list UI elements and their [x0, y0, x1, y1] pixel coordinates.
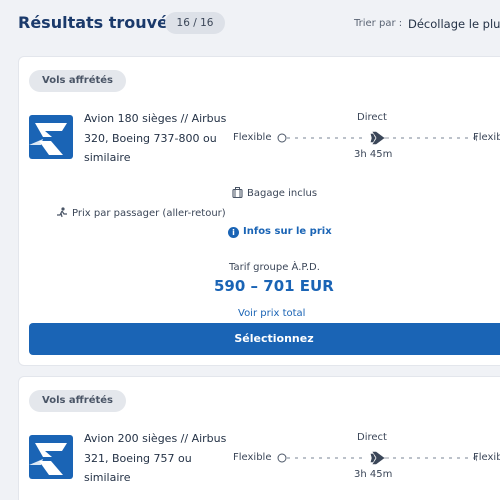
flight-duration: 3h 45m: [354, 149, 393, 160]
aircraft-line: similaire: [84, 151, 131, 164]
aircraft-line: similaire: [84, 471, 131, 484]
sort-label: Trier par :: [354, 18, 403, 29]
aircraft-description: Avion 180 sièges // Airbus 320, Boeing 7…: [84, 109, 234, 168]
price-range: 590 – 701 EUR: [214, 277, 334, 295]
passenger-icon: [57, 207, 67, 218]
page-title: Résultats trouvés: [18, 13, 178, 32]
airline-logo: [29, 115, 73, 159]
direct-label: Direct: [357, 112, 387, 123]
departure-flexible-label: Flexible: [233, 132, 272, 143]
aircraft-line: 320, Boeing 737-800 ou: [84, 131, 217, 145]
route-line: [277, 131, 477, 145]
plane-icon: [370, 451, 389, 465]
charter-chip: Vols affrétés: [29, 390, 127, 412]
result-count-badge: 16 / 16: [165, 12, 225, 34]
flight-duration: 3h 45m: [354, 469, 393, 480]
baggage-label: Bagage inclus: [247, 188, 318, 199]
charter-chip: Vols affrétés: [29, 70, 127, 92]
passenger-price-info: Prix par passager (aller-retour): [56, 207, 226, 219]
price-info-link[interactable]: i Infos sur le prix: [228, 226, 332, 238]
price-info-label: Infos sur le prix: [243, 226, 332, 237]
route-line: [277, 451, 477, 465]
flight-result-card: Vols affrétés Avion 180 sièges // Airbus…: [18, 56, 500, 366]
view-total-price-link[interactable]: Voir prix total: [238, 308, 305, 319]
aircraft-line: Avion 200 sièges // Airbus: [84, 432, 227, 445]
direct-label: Direct: [357, 432, 387, 443]
aircraft-line: 321, Boeing 757 ou: [84, 451, 192, 465]
aircraft-line: Avion 180 sièges // Airbus: [84, 112, 227, 125]
return-flexible-label: Flexib: [473, 132, 500, 143]
info-icon: i: [228, 227, 239, 238]
luggage-icon: [232, 187, 243, 199]
return-flexible-label: Flexib: [473, 452, 500, 463]
results-header: Résultats trouvés 16 / 16 Trier par : Dé…: [0, 0, 500, 48]
flight-result-card: Vols affrétés Avion 200 sièges // Airbus…: [18, 376, 500, 500]
airline-logo: [29, 435, 73, 479]
select-button[interactable]: Sélectionnez: [29, 323, 500, 355]
passenger-price-label: Prix par passager (aller-retour): [72, 208, 226, 219]
sort-dropdown[interactable]: Décollage le plus t: [408, 17, 500, 31]
aircraft-description: Avion 200 sièges // Airbus 321, Boeing 7…: [84, 429, 234, 488]
departure-flexible-label: Flexible: [233, 452, 272, 463]
plane-icon: [370, 131, 389, 145]
tariff-label: Tarif groupe À.P.D.: [229, 262, 320, 273]
baggage-info: Bagage inclus: [232, 187, 317, 199]
